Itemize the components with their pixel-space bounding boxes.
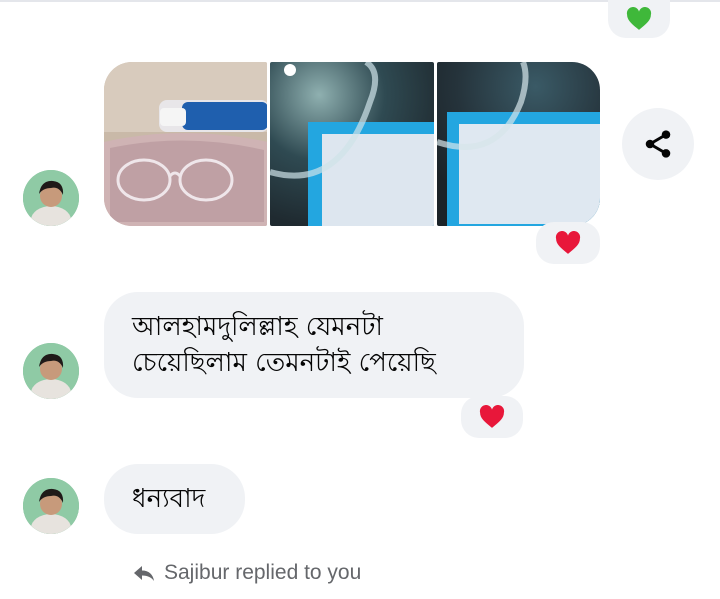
reply-notice: Sajibur replied to you: [132, 561, 361, 585]
photo-reaction[interactable]: [536, 222, 600, 264]
photo-lens-test-2[interactable]: [436, 62, 600, 226]
sender-avatar[interactable]: [23, 170, 79, 226]
reply-notice-text: Sajibur replied to you: [164, 561, 362, 584]
red-heart-icon: [555, 231, 581, 254]
message-text-line: চেয়েছিলাম তেমনটাই পেয়েছি: [132, 348, 436, 378]
photo-lens-test-1[interactable]: [270, 62, 434, 226]
sender-avatar[interactable]: [23, 478, 79, 534]
previous-message-reaction[interactable]: [608, 0, 670, 38]
message-bubble[interactable]: আলহামদুলিল্লাহ যেমনটা চেয়েছিলাম তেমনটাই…: [104, 292, 524, 398]
avatar-photo: [23, 343, 79, 399]
message-reaction[interactable]: [461, 396, 523, 438]
message-bubble[interactable]: ধন্যবাদ: [104, 464, 245, 534]
avatar-photo: [23, 170, 79, 226]
green-heart-icon: [626, 7, 652, 30]
message-text-line: আলহামদুলিল্লাহ যেমনটা: [132, 312, 383, 342]
photo-glasses-case[interactable]: [104, 62, 268, 226]
photo-album[interactable]: [104, 62, 600, 226]
sender-avatar[interactable]: [23, 343, 79, 399]
reply-arrow-icon: [134, 566, 154, 581]
share-icon: [645, 130, 671, 158]
red-heart-icon: [479, 405, 505, 428]
avatar-photo: [23, 478, 79, 534]
share-button[interactable]: [622, 108, 694, 180]
message-text-line: ধন্যবাদ: [132, 484, 206, 514]
